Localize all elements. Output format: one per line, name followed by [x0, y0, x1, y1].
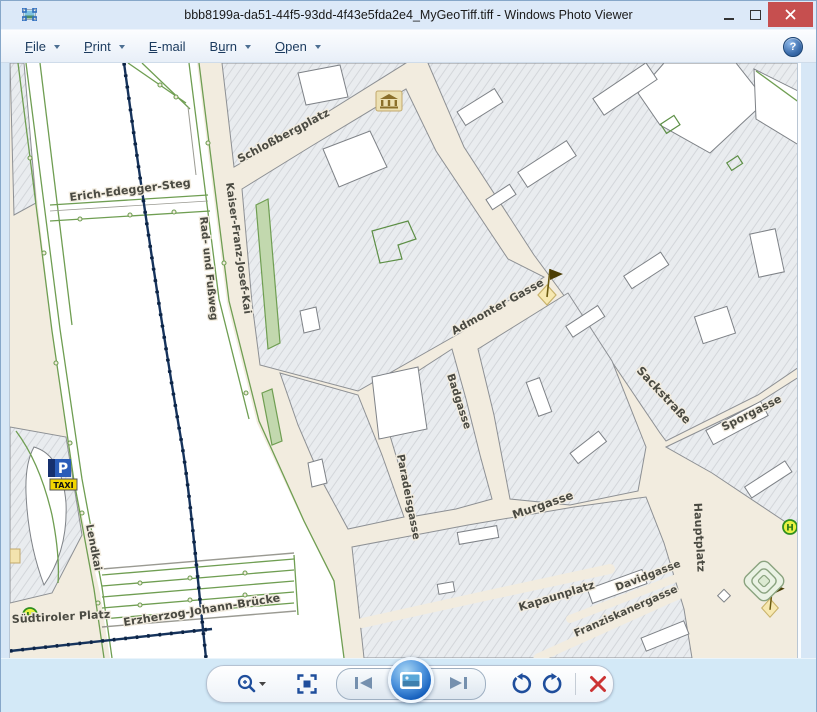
- actual-size-icon: [297, 674, 317, 694]
- menu-item-label: File: [25, 39, 46, 54]
- toolbar-divider: [575, 673, 576, 695]
- title-bar: bbb8199a-da51-44f5-93dd-4f43e5fda2e4_MyG…: [1, 1, 816, 29]
- menu-item-open[interactable]: Open: [275, 39, 321, 54]
- rotate-counterclockwise-button[interactable]: [508, 669, 535, 699]
- window-controls: [716, 2, 813, 27]
- photo-viewer-window: bbb8199a-da51-44f5-93dd-4f43e5fda2e4_MyG…: [0, 0, 817, 712]
- photo-viewer-app-icon: [22, 8, 37, 21]
- menu-item-label: Print: [84, 39, 111, 54]
- maximize-button[interactable]: [742, 2, 768, 27]
- close-button[interactable]: [768, 2, 813, 27]
- menu-item-print[interactable]: Print: [84, 39, 125, 54]
- svg-text:H: H: [786, 523, 794, 533]
- help-icon: ?: [790, 41, 797, 53]
- map-svg: H H P TAXI Erich-Edegger-StegKaiser-Fran…: [10, 63, 798, 658]
- fit-to-window-button[interactable]: [292, 669, 321, 699]
- poi-marker: [10, 549, 20, 563]
- viewer-content-area: H H P TAXI Erich-Edegger-StegKaiser-Fran…: [1, 63, 816, 658]
- svg-text:TAXI: TAXI: [53, 481, 73, 490]
- menu-item-burn[interactable]: Burn: [210, 39, 251, 54]
- rotate-cw-icon: [542, 673, 564, 695]
- rotate-clockwise-button[interactable]: [539, 669, 566, 699]
- toolbar: [206, 665, 614, 703]
- maximize-icon: [750, 10, 761, 20]
- viewer-frame-left: [1, 63, 9, 658]
- menu-item-label: E-mail: [149, 39, 186, 54]
- transit-stop-icon: H: [783, 520, 797, 534]
- menu-caret-icon: [315, 45, 321, 49]
- previous-button[interactable]: [337, 669, 391, 697]
- menu-item-file[interactable]: File: [25, 39, 60, 54]
- zoom-button[interactable]: [233, 669, 268, 699]
- next-icon: [448, 676, 468, 690]
- menu-caret-icon: [119, 45, 125, 49]
- minimize-icon: [724, 18, 734, 20]
- viewer-frame-right: [798, 63, 816, 658]
- menu-caret-icon: [54, 45, 60, 49]
- window-title: bbb8199a-da51-44f5-93dd-4f43e5fda2e4_MyG…: [1, 8, 816, 22]
- play-slideshow-button[interactable]: [388, 657, 434, 703]
- help-button[interactable]: ?: [783, 37, 803, 57]
- previous-icon: [354, 676, 374, 690]
- svg-text:P: P: [58, 461, 68, 477]
- menu-caret-icon: [245, 45, 251, 49]
- museum-icon: [376, 91, 402, 111]
- menu-item-label: Open: [275, 39, 307, 54]
- magnifier-icon: [235, 673, 267, 695]
- toolbar-area: [1, 658, 816, 712]
- rotate-ccw-icon: [510, 673, 532, 695]
- geotiff-map-image: H H P TAXI Erich-Edegger-StegKaiser-Fran…: [9, 63, 798, 658]
- delete-button[interactable]: [584, 669, 613, 699]
- menu-item-email[interactable]: E-mail: [149, 39, 186, 54]
- menu-item-label: Burn: [210, 39, 237, 54]
- next-button[interactable]: [431, 669, 485, 697]
- close-icon: [785, 9, 796, 20]
- delete-icon: [589, 675, 607, 693]
- menu-bar: File Print E-mail Burn Open ?: [1, 29, 816, 63]
- minimize-button[interactable]: [716, 2, 742, 27]
- slideshow-icon: [399, 671, 423, 690]
